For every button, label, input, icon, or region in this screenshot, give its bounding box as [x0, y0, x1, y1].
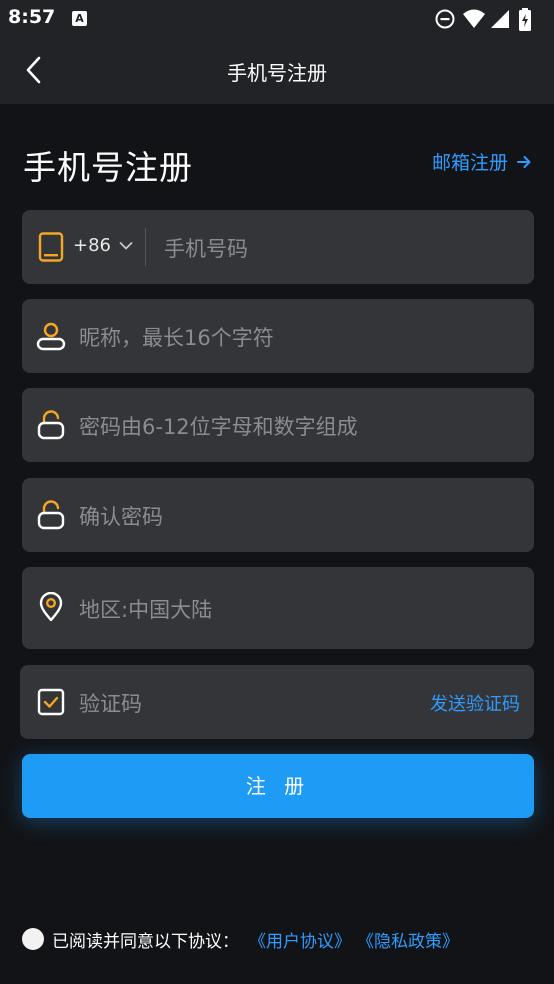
register-button[interactable]: 注 册	[22, 754, 534, 818]
chevron-down-icon	[119, 241, 133, 249]
confirm-password-field[interactable]: 确认密码	[22, 478, 534, 552]
wifi-icon	[463, 9, 485, 28]
phone-field[interactable]: +86 手机号码	[22, 210, 534, 284]
password-field[interactable]: 密码由6-12位字母和数字组成	[22, 388, 534, 462]
confirm-password-input[interactable]: 确认密码	[79, 501, 163, 531]
lock-icon	[37, 410, 65, 440]
status-bar: 8:57 A	[0, 0, 554, 38]
field-divider	[145, 228, 146, 266]
lock-icon	[37, 500, 65, 530]
email-register-label: 邮箱注册	[431, 152, 508, 174]
agreement-checkbox[interactable]	[22, 928, 44, 950]
agreement-row: 已阅读并同意以下协议： 《用户协议》 《隐私政策》	[22, 926, 459, 952]
region-field[interactable]: 地区:中国大陆	[22, 567, 534, 649]
privacy-policy-link[interactable]: 《隐私政策》	[357, 927, 459, 952]
nickname-field[interactable]: 昵称，最长16个字符	[22, 299, 534, 373]
phone-input[interactable]: 手机号码	[164, 233, 248, 263]
region-value: 地区:中国大陆	[79, 598, 213, 622]
arrow-right-icon	[517, 155, 531, 168]
checkbox-icon	[37, 688, 65, 716]
battery-icon	[519, 8, 531, 31]
signal-icon	[491, 10, 509, 28]
dnd-icon	[435, 9, 455, 29]
status-time: 8:57	[8, 6, 56, 28]
password-input[interactable]: 密码由6-12位字母和数字组成	[79, 411, 358, 441]
verification-code-field[interactable]: 验证码 发送验证码	[20, 665, 534, 739]
country-code-select[interactable]: +86	[73, 235, 133, 256]
agreement-prefix: 已阅读并同意以下协议：	[52, 931, 239, 952]
location-pin-icon	[39, 592, 63, 622]
country-code: +86	[73, 235, 111, 256]
user-agreement-link[interactable]: 《用户协议》	[249, 927, 351, 952]
phone-icon	[38, 232, 64, 262]
page-title: 手机号注册	[23, 148, 193, 187]
notification-icon: A	[72, 11, 87, 26]
verification-code-input[interactable]: 验证码	[79, 688, 142, 718]
app-title: 手机号注册	[227, 61, 327, 85]
send-code-button[interactable]: 发送验证码	[430, 690, 520, 716]
email-register-link[interactable]: 邮箱注册	[432, 148, 532, 175]
user-icon	[36, 322, 66, 351]
nickname-input[interactable]: 昵称，最长16个字符	[79, 322, 274, 352]
app-bar: 手机号注册	[0, 38, 554, 104]
